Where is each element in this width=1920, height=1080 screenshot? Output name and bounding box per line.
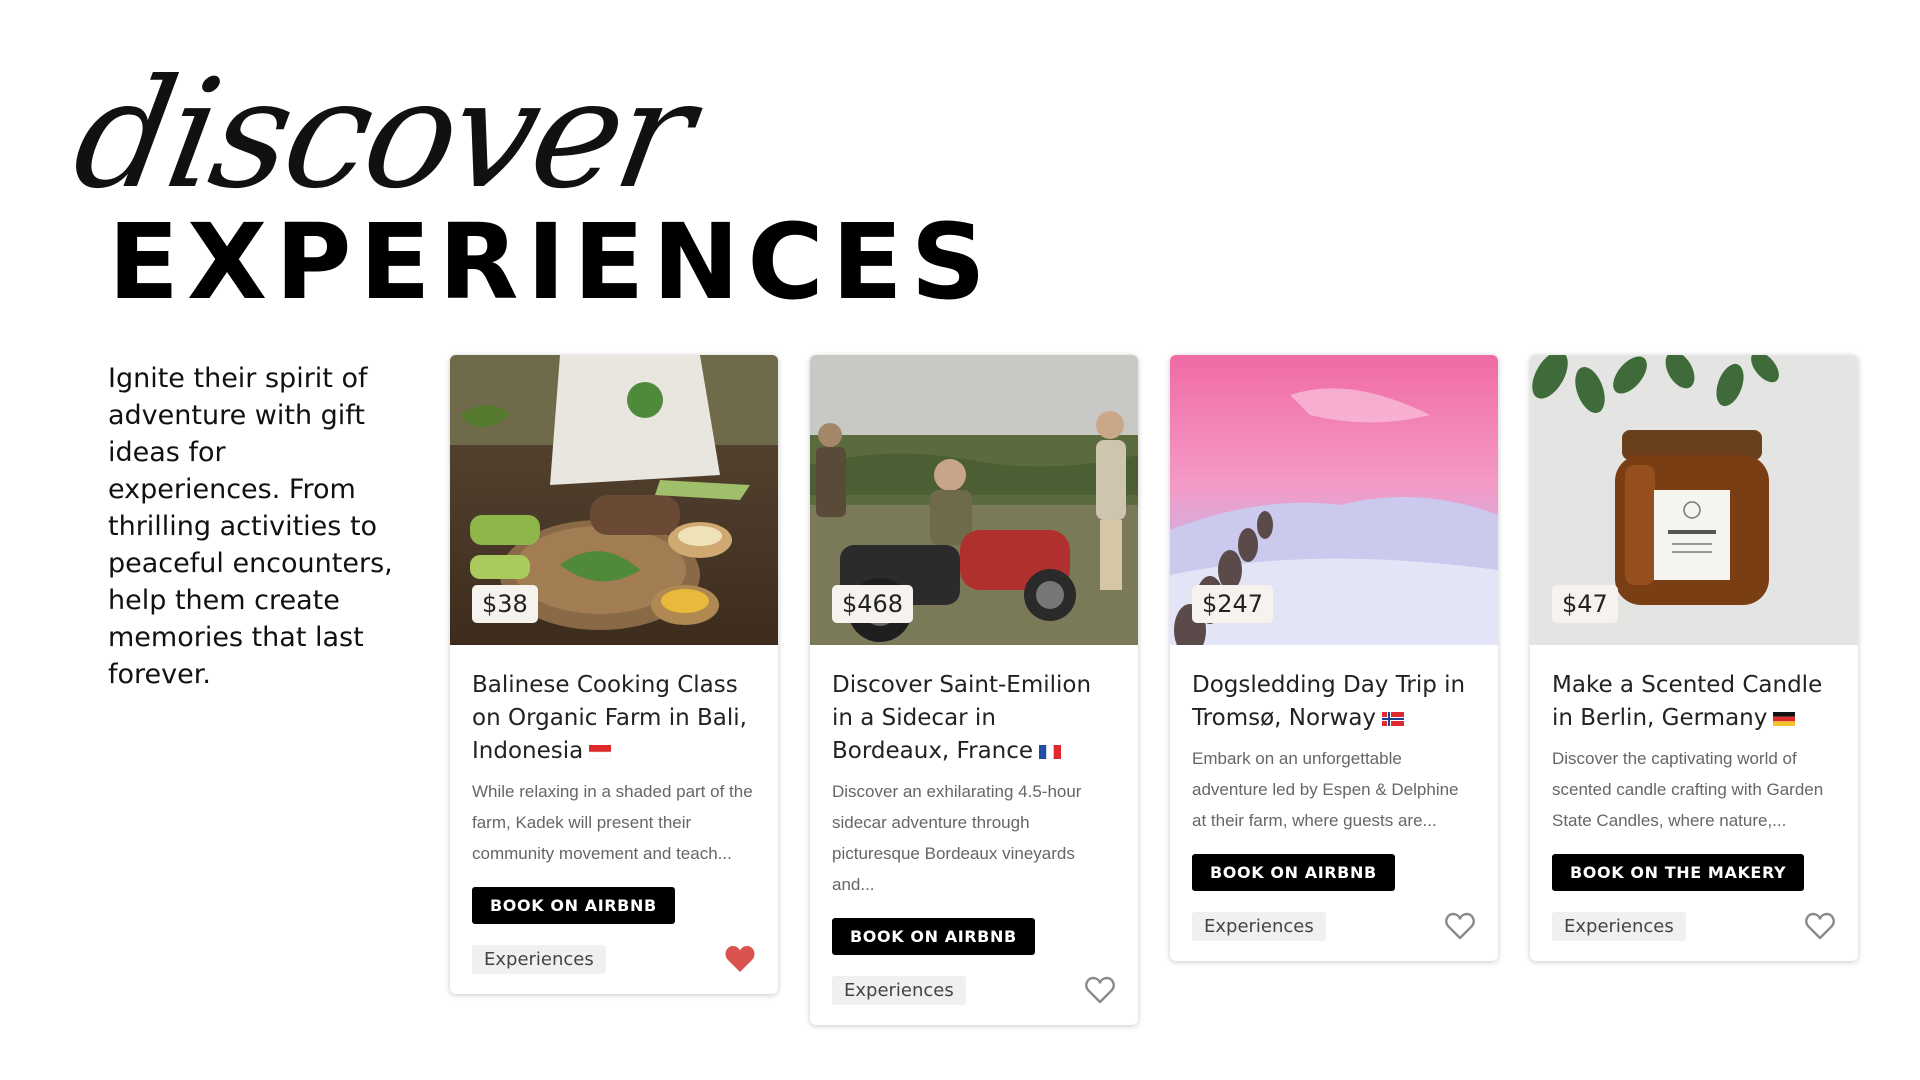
card-description: While relaxing in a shaded part of the f… xyxy=(472,782,753,863)
indonesia-flag-icon xyxy=(589,744,612,759)
sidecar-vineyard-photo[interactable]: $468 xyxy=(810,355,1138,645)
germany-flag-icon xyxy=(1773,711,1796,726)
price-badge: $47 xyxy=(1552,585,1618,623)
heart-outline-icon[interactable] xyxy=(1084,975,1116,1005)
card-title[interactable]: Balinese Cooking Class on Organic Farm i… xyxy=(472,669,756,768)
heart-outline-icon[interactable] xyxy=(1444,911,1476,941)
heart-outline-icon[interactable] xyxy=(1804,911,1836,941)
heart-filled-icon[interactable] xyxy=(724,944,756,974)
book-on-the-makery-button[interactable]: BOOK ON THE MAKERY xyxy=(1552,854,1805,891)
experience-card-bali[interactable]: $38 Balinese Cooking Class on Organic Fa… xyxy=(450,355,778,994)
amber-candle-photo[interactable]: $47 xyxy=(1530,355,1858,645)
category-tag[interactable]: Experiences xyxy=(1192,911,1326,941)
price-badge: $247 xyxy=(1192,585,1274,623)
category-tag[interactable]: Experiences xyxy=(472,944,606,974)
france-flag-icon xyxy=(1039,744,1062,759)
experience-card-bordeaux[interactable]: $468 Discover Saint-Emilion in a Sidecar… xyxy=(810,355,1138,1025)
card-title[interactable]: Dogsledding Day Trip in Tromsø, Norway xyxy=(1192,669,1476,735)
book-on-airbnb-button[interactable]: BOOK ON AIRBNB xyxy=(832,918,1035,955)
cooking-class-photo[interactable]: $38 xyxy=(450,355,778,645)
book-on-airbnb-button[interactable]: BOOK ON AIRBNB xyxy=(472,887,675,924)
card-title[interactable]: Discover Saint-Emilion in a Sidecar in B… xyxy=(832,669,1116,768)
norway-flag-icon xyxy=(1382,711,1405,726)
card-description: Discover an exhilarating 4.5-hour sideca… xyxy=(832,782,1082,894)
script-title: discover xyxy=(62,48,702,222)
card-title-text[interactable]: Dogsledding Day Trip in Tromsø, Norway xyxy=(1192,672,1465,731)
category-tag[interactable]: Experiences xyxy=(832,975,966,1005)
book-on-airbnb-button[interactable]: BOOK ON AIRBNB xyxy=(1192,854,1395,891)
experience-card-berlin[interactable]: $47 Make a Scented Candle in Berlin, Ger… xyxy=(1530,355,1858,961)
price-badge: $468 xyxy=(832,585,914,623)
card-description: Discover the captivating world of scente… xyxy=(1552,749,1824,830)
card-title[interactable]: Make a Scented Candle in Berlin, Germany xyxy=(1552,669,1836,735)
category-tag[interactable]: Experiences xyxy=(1552,911,1686,941)
dogsled-snow-photo[interactable]: $247 xyxy=(1170,355,1498,645)
experience-card-tromso[interactable]: $247 Dogsledding Day Trip in Tromsø, Nor… xyxy=(1170,355,1498,961)
price-badge: $38 xyxy=(472,585,538,623)
intro-text: Ignite their spirit of adventure with gi… xyxy=(108,363,393,690)
card-description: Embark on an unforgettable adventure led… xyxy=(1192,749,1459,830)
page-title: EXPERIENCES xyxy=(108,201,994,323)
